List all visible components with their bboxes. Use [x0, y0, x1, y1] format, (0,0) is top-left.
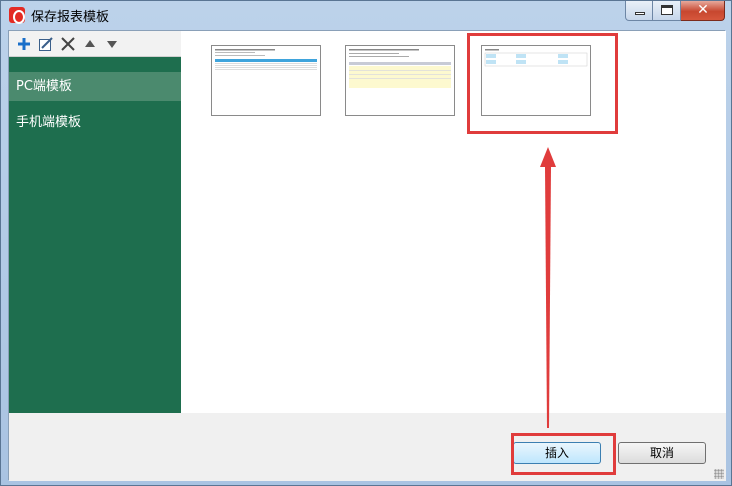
maximize-icon [661, 5, 673, 15]
template-preview-image [349, 49, 451, 88]
selected-template-highlight [467, 33, 618, 134]
minimize-icon [635, 12, 645, 15]
template-thumbnail-1[interactable] [211, 45, 321, 116]
template-gallery [181, 31, 726, 413]
sidebar-item-pc-templates[interactable]: PC端模板 [9, 72, 181, 101]
title-bar[interactable]: 保存报表模板 ✕ [1, 1, 731, 27]
move-down-button[interactable] [101, 33, 123, 55]
resize-grip[interactable] [714, 469, 724, 479]
maximize-button[interactable] [653, 1, 681, 21]
move-down-icon [107, 40, 117, 48]
move-up-icon [85, 39, 95, 47]
close-icon: ✕ [697, 2, 709, 18]
sidebar-toolbar [9, 31, 181, 57]
close-button[interactable]: ✕ [681, 1, 725, 21]
sidebar-item-mobile-templates[interactable]: 手机端模板 [9, 108, 181, 137]
edit-icon [39, 36, 53, 51]
move-up-button[interactable] [79, 33, 101, 55]
edit-button[interactable] [35, 33, 57, 55]
dialog-body: PC端模板 手机端模板 插入 取消 [8, 30, 726, 481]
delete-icon [61, 36, 75, 51]
app-logo-icon [9, 7, 25, 24]
template-category-sidebar: PC端模板 手机端模板 [9, 31, 181, 413]
minimize-button[interactable] [625, 1, 653, 21]
dialog-footer: 插入 取消 [9, 413, 726, 481]
delete-button[interactable] [57, 33, 79, 55]
window-controls: ✕ [625, 1, 725, 21]
window-title: 保存报表模板 [31, 10, 110, 25]
cancel-button[interactable]: 取消 [618, 442, 706, 464]
insert-button-highlight [511, 433, 616, 475]
template-preview-image [215, 49, 317, 70]
add-button[interactable] [13, 33, 35, 55]
add-icon [18, 37, 30, 50]
save-report-template-dialog: 保存报表模板 ✕ PC端模板 手机端模板 插入 取消 [0, 0, 732, 486]
template-thumbnail-2[interactable] [345, 45, 455, 116]
